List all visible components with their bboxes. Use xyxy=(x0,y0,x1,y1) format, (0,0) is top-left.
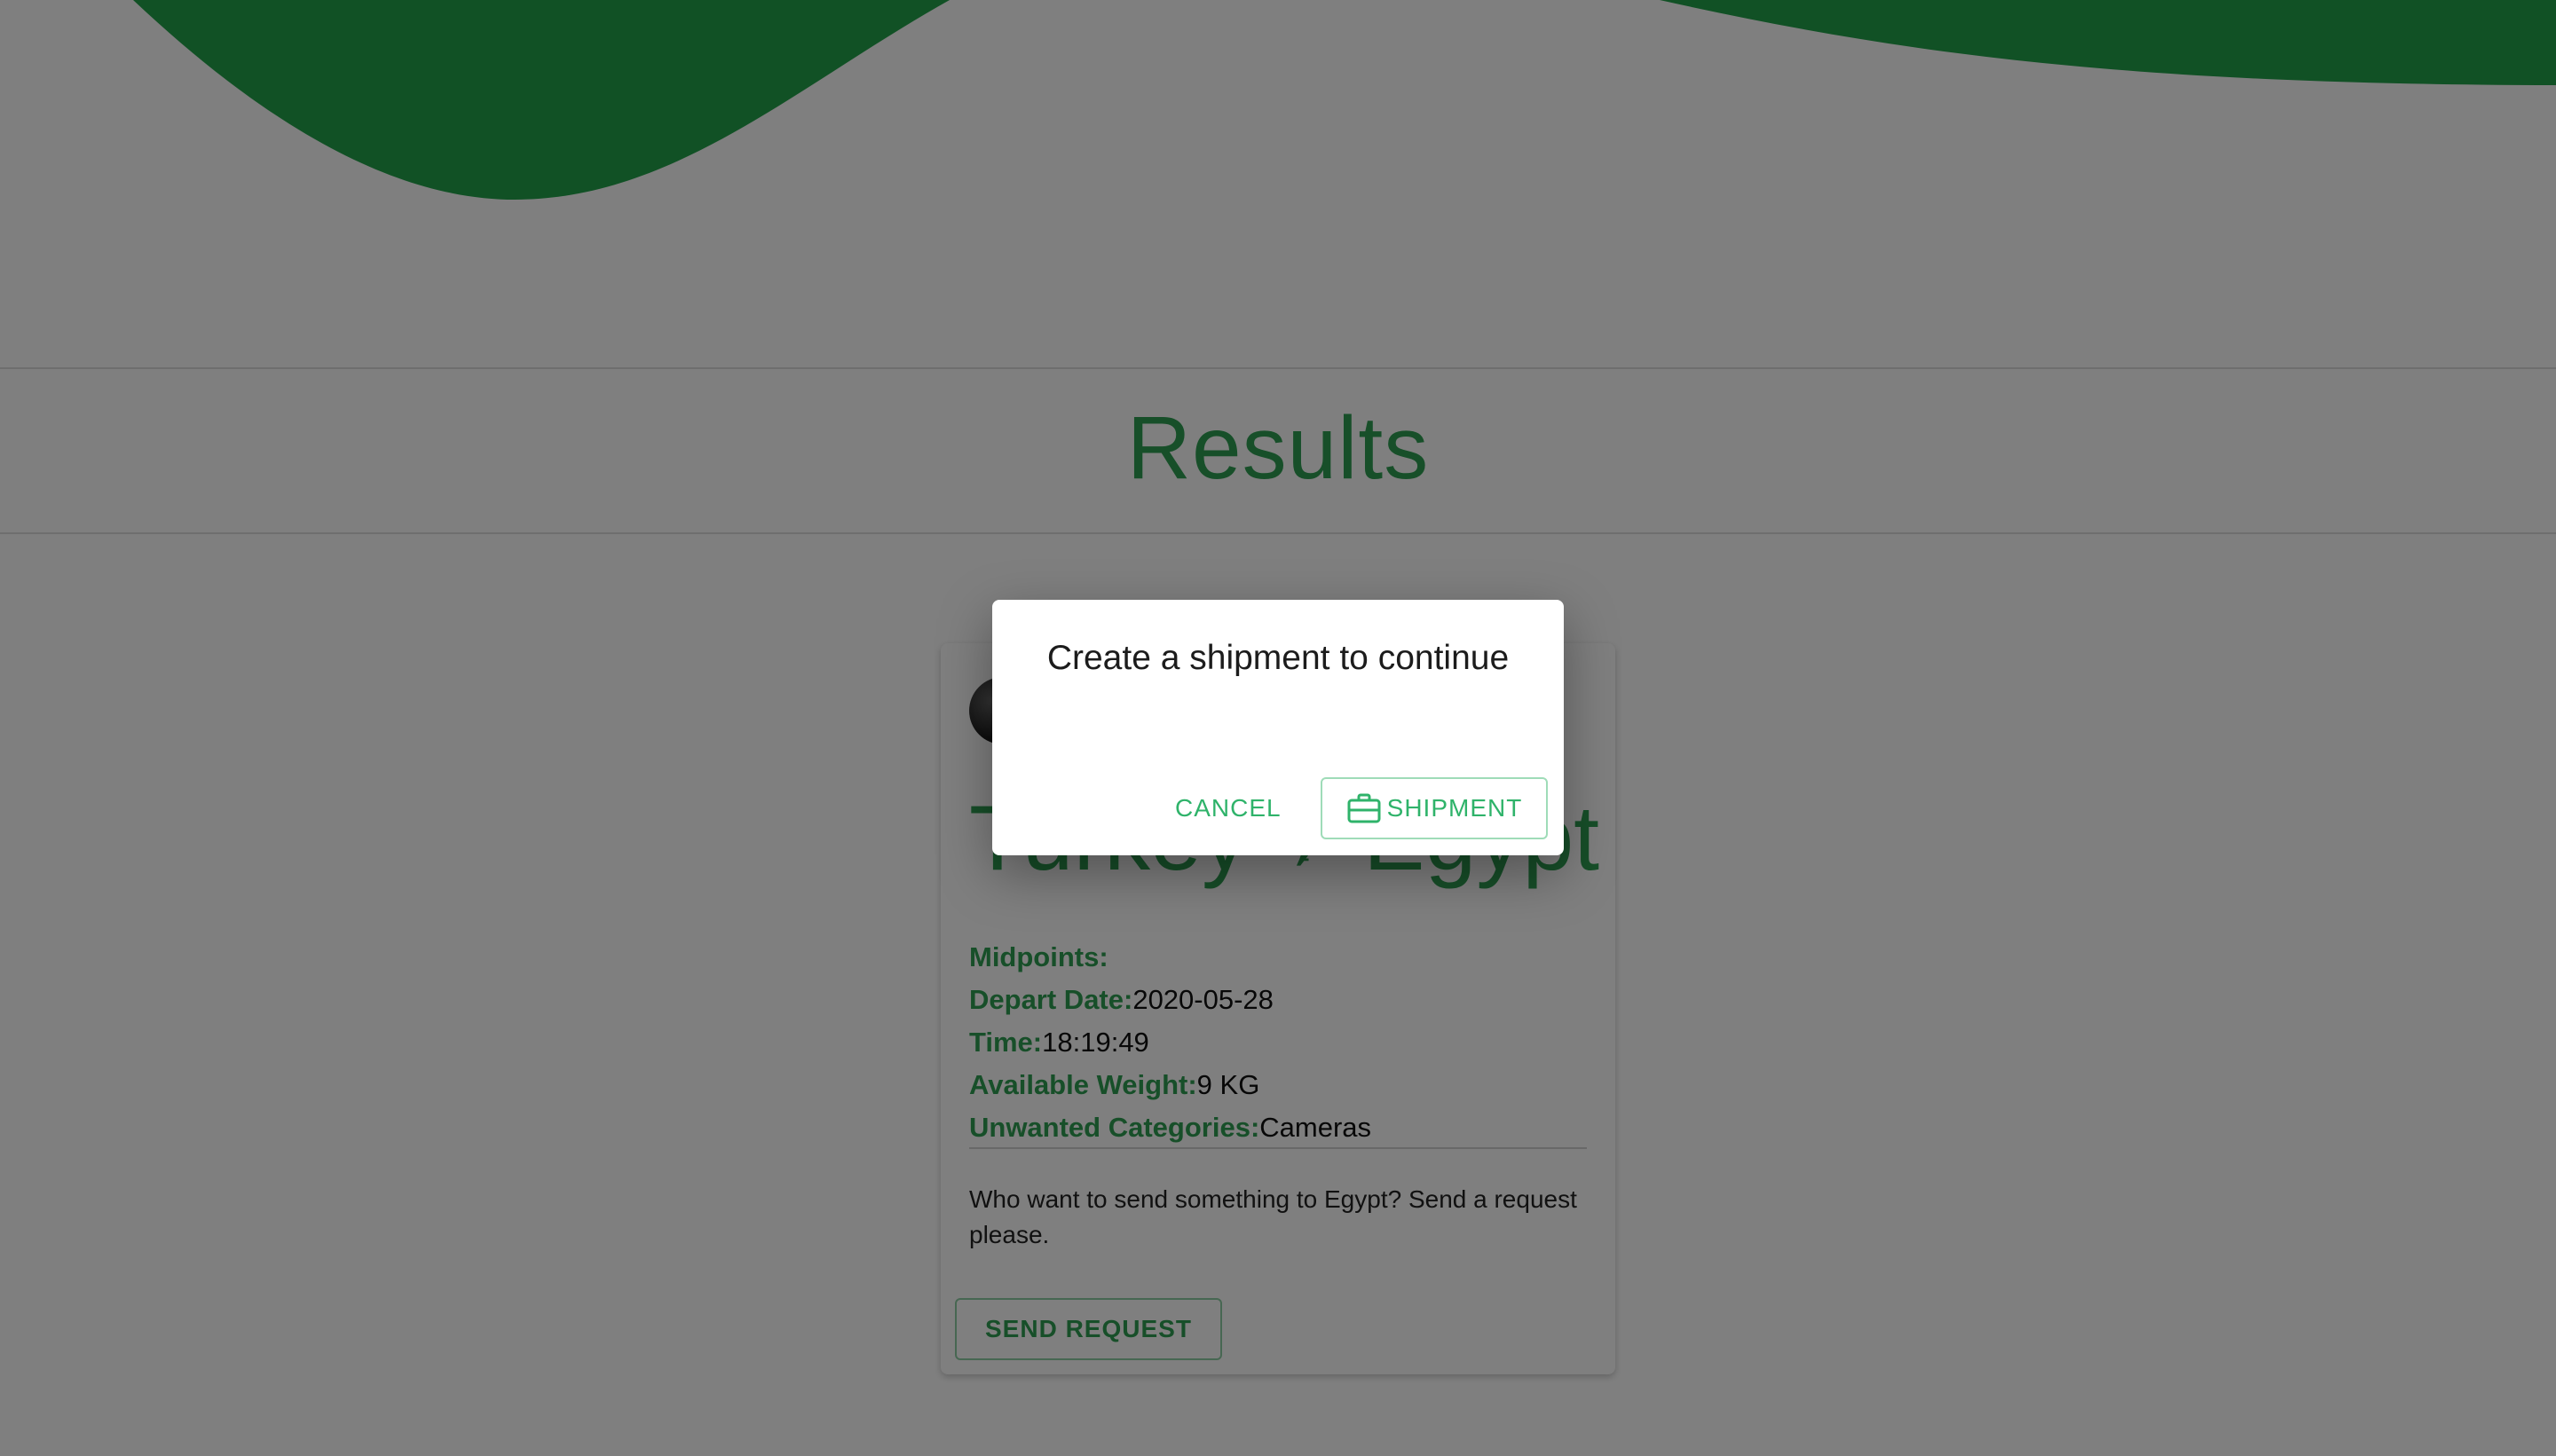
dialog-title: Create a shipment to continue xyxy=(1046,639,1510,677)
shipment-button-label: SHIPMENT xyxy=(1386,794,1523,822)
briefcase-icon xyxy=(1346,792,1382,824)
shipment-button[interactable]: SHIPMENT xyxy=(1321,777,1548,839)
create-shipment-dialog: Create a shipment to continue CANCEL SHI… xyxy=(992,600,1564,855)
cancel-button[interactable]: CANCEL xyxy=(1170,777,1285,839)
